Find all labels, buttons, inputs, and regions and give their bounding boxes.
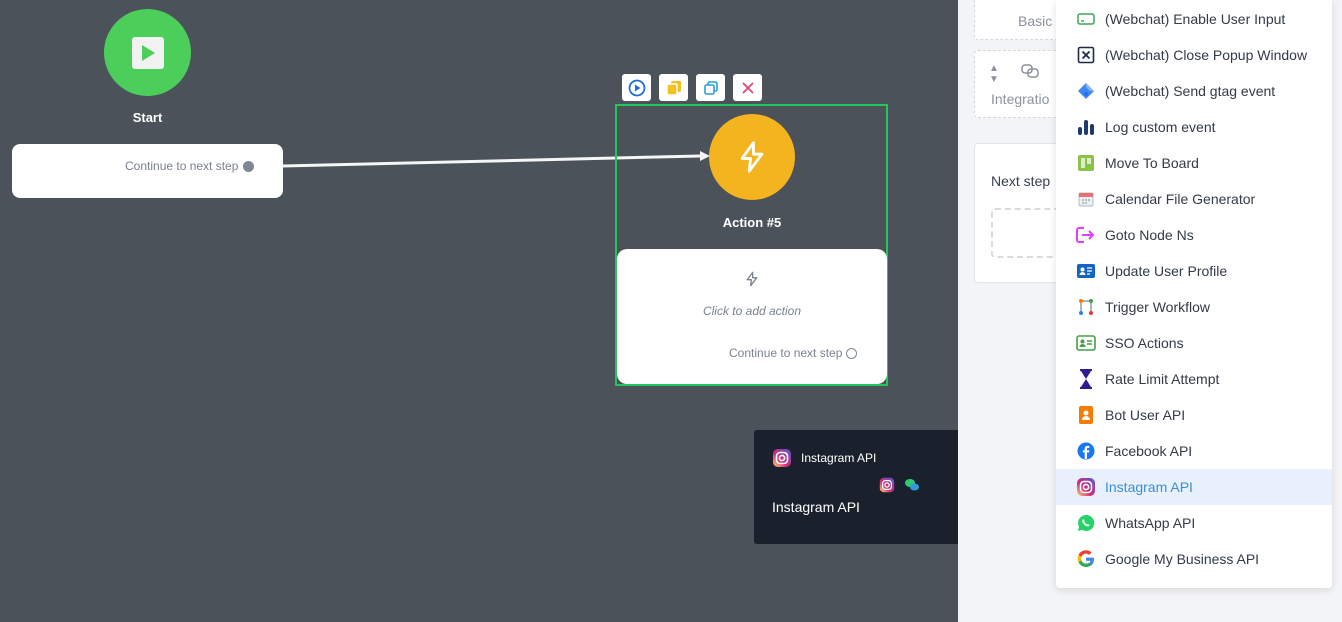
menu-item-label: SSO Actions (1105, 335, 1184, 351)
link-icon (1021, 64, 1039, 78)
preview-button[interactable] (622, 74, 651, 101)
connection-handle[interactable] (846, 348, 857, 359)
calendar-icon (1075, 189, 1096, 210)
menu-item-label: Goto Node Ns (1105, 227, 1194, 243)
menu-item-update-user-profile[interactable]: Update User Profile (1056, 253, 1332, 289)
board-icon (1075, 153, 1096, 174)
copy-icon (665, 80, 681, 96)
menu-item-label: (Webchat) Enable User Input (1105, 11, 1286, 27)
menu-item-webchat-enable-user-input[interactable]: (Webchat) Enable User Input (1056, 1, 1332, 37)
menu-item-whatsapp-api[interactable]: WhatsApp API (1056, 505, 1332, 541)
chat-bubbles-icon (905, 479, 919, 491)
duplicate-icon (703, 80, 718, 95)
instagram-icon (1075, 477, 1096, 498)
hourglass-icon (1075, 369, 1096, 390)
close-window-icon (1075, 45, 1096, 66)
profile-card-icon (1075, 261, 1096, 282)
tab-integration-label: Integratio (991, 91, 1050, 107)
input-icon (1075, 9, 1096, 30)
menu-item-label: Rate Limit Attempt (1105, 371, 1220, 387)
id-card-icon (1075, 333, 1096, 354)
menu-item-label: (Webchat) Send gtag event (1105, 83, 1276, 99)
lightning-icon (746, 271, 758, 287)
workflow-icon (1075, 297, 1096, 318)
play-circle-icon (628, 79, 645, 96)
menu-item-label: Google My Business API (1105, 551, 1260, 567)
gtag-icon (1075, 81, 1096, 102)
delete-button[interactable] (733, 74, 762, 101)
connection-handle[interactable] (243, 161, 254, 172)
menu-item-label: (Webchat) Close Popup Window (1105, 47, 1308, 63)
next-step-label: Continue to next step (729, 346, 843, 360)
menu-item-trigger-workflow[interactable]: Trigger Workflow (1056, 289, 1332, 325)
google-icon (1075, 549, 1096, 570)
facebook-icon (1075, 441, 1096, 462)
start-node-title: Start (132, 110, 163, 125)
next-step-heading: Next step (991, 173, 1051, 189)
action-node-circle[interactable] (709, 114, 795, 200)
menu-item-sso-actions[interactable]: SSO Actions (1056, 325, 1332, 361)
tab-basic-label: Basic (1018, 13, 1053, 29)
tooltip-title: Instagram API (772, 499, 860, 515)
next-step-label: Continue to next step (125, 159, 239, 173)
bar-chart-icon (1075, 117, 1096, 138)
menu-item-facebook-api[interactable]: Facebook API (1056, 433, 1332, 469)
menu-item-move-to-board[interactable]: Move To Board (1056, 145, 1332, 181)
menu-item-webchat-send-gtag[interactable]: (Webchat) Send gtag event (1056, 73, 1332, 109)
menu-item-rate-limit-attempt[interactable]: Rate Limit Attempt (1056, 361, 1332, 397)
action-type-menu: (Webchat) Enable User Input (Webchat) Cl… (1056, 0, 1332, 588)
menu-item-google-my-business-api[interactable]: Google My Business API (1056, 541, 1332, 577)
instagram-icon (773, 449, 791, 467)
tooltip-header-label: Instagram API (801, 451, 877, 465)
action-node-title: Action #5 (722, 215, 782, 230)
action-node-card[interactable]: Click to add action Continue to next ste… (617, 249, 887, 384)
whatsapp-icon (1075, 513, 1096, 534)
badge-icon (1075, 405, 1096, 426)
instagram-icon (879, 477, 895, 493)
duplicate-button[interactable] (696, 74, 725, 101)
sort-icon: ▲ ▼ (989, 63, 999, 85)
menu-item-instagram-api[interactable]: Instagram API (1056, 469, 1332, 505)
flow-canvas[interactable]: Start Continue to next step Action #5 Cl… (0, 0, 1052, 622)
menu-item-bot-user-api[interactable]: Bot User API (1056, 397, 1332, 433)
close-icon (741, 81, 754, 94)
start-node-card[interactable]: Continue to next step (12, 144, 283, 198)
menu-item-label: Trigger Workflow (1105, 299, 1211, 315)
menu-item-log-custom-event[interactable]: Log custom event (1056, 109, 1332, 145)
start-node-circle[interactable] (104, 9, 191, 96)
goto-icon (1075, 225, 1096, 246)
menu-item-label: Facebook API (1105, 443, 1193, 459)
play-icon (131, 36, 164, 69)
menu-item-label: Move To Board (1105, 155, 1199, 171)
menu-item-calendar-file-generator[interactable]: Calendar File Generator (1056, 181, 1332, 217)
menu-item-webchat-close-popup[interactable]: (Webchat) Close Popup Window (1056, 37, 1332, 73)
menu-item-goto-node-ns[interactable]: Goto Node Ns (1056, 217, 1332, 253)
menu-item-label: Log custom event (1105, 119, 1216, 135)
copy-button[interactable] (659, 74, 688, 101)
add-action-link[interactable]: Click to add action (617, 304, 887, 318)
menu-item-label: Bot User API (1105, 407, 1186, 423)
menu-item-label: Update User Profile (1105, 263, 1228, 279)
menu-item-label: WhatsApp API (1105, 515, 1196, 531)
menu-item-label: Instagram API (1105, 479, 1193, 495)
menu-item-label: Calendar File Generator (1105, 191, 1256, 207)
lightning-icon (740, 141, 764, 173)
node-toolbar (622, 74, 762, 101)
